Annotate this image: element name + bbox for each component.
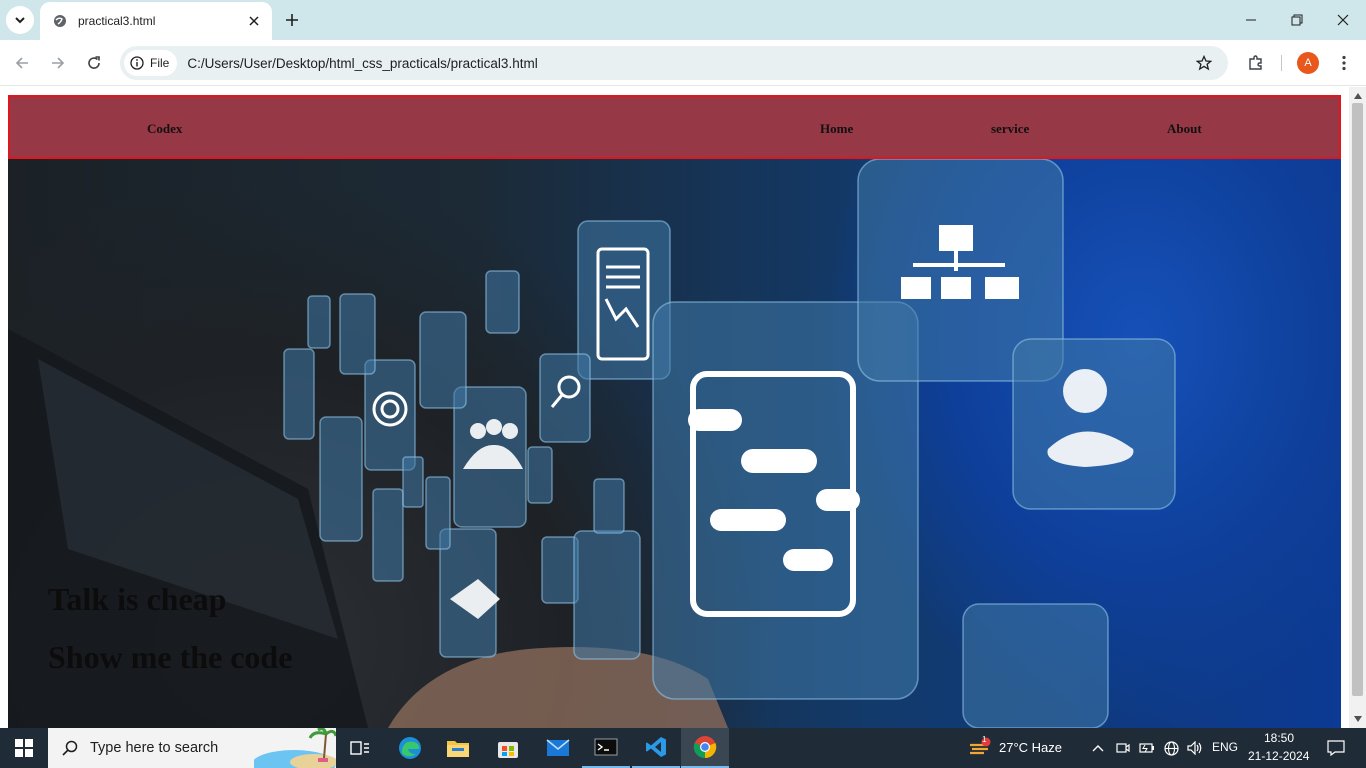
browser-tab[interactable]: practical3.html (40, 2, 272, 40)
search-placeholder: Type here to search (90, 740, 219, 756)
scroll-down-arrow-icon[interactable] (1353, 714, 1362, 723)
network-globe-icon[interactable] (1160, 728, 1182, 768)
meet-now-icon[interactable] (1112, 728, 1134, 768)
file-explorer-icon[interactable] (434, 728, 482, 768)
start-button[interactable] (0, 728, 48, 768)
chevron-down-icon (15, 17, 25, 24)
tab-title: practical3.html (78, 14, 156, 28)
minimize-button[interactable] (1228, 0, 1274, 40)
info-icon (130, 56, 144, 70)
plus-icon (286, 14, 298, 26)
beach-search-highlight-icon (254, 728, 336, 768)
reload-icon (88, 56, 100, 69)
chrome-icon[interactable] (681, 728, 729, 768)
back-button[interactable] (8, 49, 36, 77)
taskbar-search-box[interactable]: Type here to search (48, 728, 336, 768)
reload-button[interactable] (80, 49, 108, 77)
vscode-icon[interactable] (632, 728, 680, 768)
nav-link-service[interactable]: service (991, 121, 1029, 137)
notification-center-icon[interactable] (1318, 728, 1354, 768)
minimize-icon (1246, 19, 1256, 21)
task-view-icon[interactable] (336, 728, 384, 768)
close-window-button[interactable] (1320, 0, 1366, 40)
globe-icon (52, 13, 68, 29)
extensions-puzzle-icon[interactable] (1242, 49, 1270, 77)
new-tab-button[interactable] (280, 8, 304, 32)
address-bar[interactable]: File C:/Users/User/Desktop/html_css_prac… (120, 46, 1228, 80)
site-info-label: File (150, 56, 170, 70)
edge-browser-icon[interactable] (386, 728, 434, 768)
mail-icon[interactable] (534, 728, 582, 768)
microsoft-store-icon[interactable] (484, 728, 532, 768)
arrow-left-icon (15, 57, 28, 69)
brand-logo[interactable]: Codex (147, 121, 182, 137)
restore-button[interactable] (1274, 0, 1320, 40)
weather-text[interactable]: 27°C Haze (999, 740, 1062, 755)
battery-icon[interactable] (1136, 728, 1158, 768)
site-info-chip[interactable]: File (124, 50, 178, 76)
weather-badge: 1 (982, 735, 987, 744)
profile-avatar[interactable]: A (1297, 52, 1319, 74)
site-navbar: Codex Home service About (8, 95, 1341, 159)
nav-link-home[interactable]: Home (820, 121, 853, 137)
tab-strip: practical3.html (0, 0, 1366, 40)
search-icon (62, 740, 78, 756)
chevron-up-icon[interactable] (1086, 728, 1110, 768)
hero-section: Talk is cheap Show me the code (8, 159, 1341, 728)
close-tab-icon[interactable] (246, 13, 262, 29)
scrollbar-thumb[interactable] (1352, 103, 1363, 696)
bookmark-star-icon[interactable] (1194, 53, 1214, 73)
language-indicator[interactable]: ENG (1212, 740, 1238, 754)
weather-icon[interactable]: 1 (962, 728, 998, 768)
clock-time[interactable]: 18:50 (1264, 731, 1294, 745)
url-text[interactable]: C:/Users/User/Desktop/html_css_practical… (187, 56, 537, 71)
volume-icon[interactable] (1184, 728, 1206, 768)
scroll-up-arrow-icon[interactable] (1353, 91, 1362, 100)
nav-link-about[interactable]: About (1167, 121, 1202, 137)
terminal-icon[interactable] (582, 728, 630, 768)
forward-button[interactable] (44, 49, 72, 77)
browser-toolbar: File C:/Users/User/Desktop/html_css_prac… (0, 40, 1366, 86)
hero-heading-line-2: Show me the code (48, 639, 293, 675)
clock-date[interactable]: 21-12-2024 (1248, 749, 1309, 763)
more-menu-icon[interactable] (1334, 49, 1354, 77)
windows-taskbar: Type here to search 1 27°C Haze ENG 18:5… (0, 728, 1366, 768)
page-viewport: Codex Home service About Talk is cheap S… (0, 87, 1349, 728)
arrow-right-icon (52, 57, 65, 69)
tab-search-button[interactable] (6, 6, 34, 34)
windows-logo-icon (15, 739, 33, 757)
restore-icon (1291, 14, 1303, 26)
toolbar-divider (1281, 55, 1282, 71)
page-scrollbar[interactable] (1349, 87, 1366, 728)
close-icon (1337, 14, 1349, 26)
hero-heading-line-1: Talk is cheap (48, 581, 227, 617)
